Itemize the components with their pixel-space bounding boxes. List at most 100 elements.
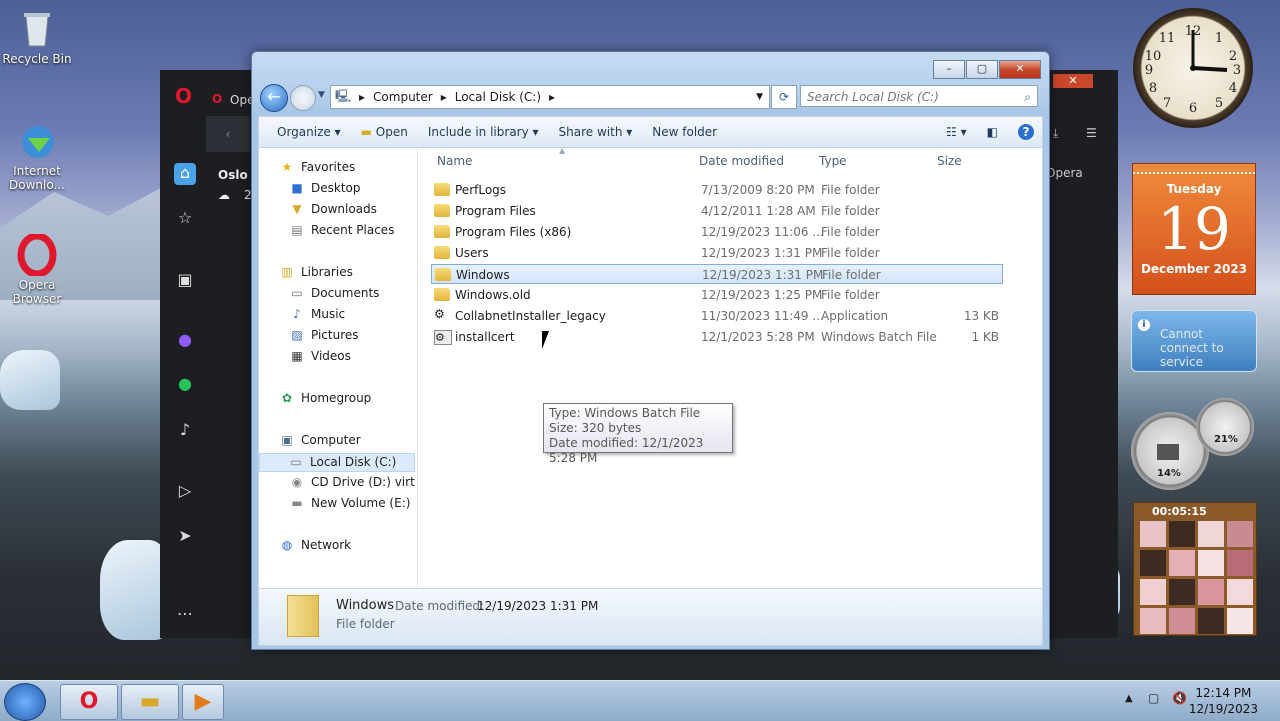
nav-network[interactable]: ◍ Network — [279, 538, 351, 552]
back-button[interactable]: ← — [260, 84, 288, 112]
puzzle-tile[interactable] — [1198, 550, 1224, 576]
local-disk-icon: ▭ — [290, 455, 302, 469]
cell-date: 11/30/2023 11:49 ... — [701, 309, 824, 323]
nav-videos[interactable]: ▦ Videos — [289, 349, 351, 363]
picture-puzzle-gadget[interactable]: 00:05:15 — [1133, 502, 1257, 636]
address-bar[interactable]: 🖳 ▸ Computer ▸ Local Disk (C:) ▸ ▼ — [330, 85, 770, 109]
clock-gadget[interactable]: 12123 4567 891011 — [1133, 8, 1253, 128]
tiktok-icon[interactable]: ♪ — [174, 420, 196, 442]
new-folder-button[interactable]: New folder — [652, 125, 717, 139]
opera-close-button[interactable]: ✕ — [1053, 74, 1093, 88]
organize-button[interactable]: Organize ▾ — [277, 125, 341, 139]
nav-downloads[interactable]: ▼ Downloads — [289, 202, 377, 216]
nav-libraries[interactable]: ▥ Libraries — [279, 265, 353, 279]
nav-music[interactable]: ♪ Music — [289, 307, 345, 321]
download-icon[interactable]: ⤓ — [1053, 126, 1058, 141]
puzzle-tile[interactable] — [1198, 608, 1224, 634]
bag-icon[interactable]: ▣ — [174, 270, 196, 292]
puzzle-tile[interactable] — [1169, 608, 1195, 634]
puzzle-tile[interactable] — [1140, 608, 1166, 634]
forward-button[interactable] — [290, 85, 316, 111]
taskbar-explorer-button[interactable]: ▬ — [121, 684, 179, 720]
open-button[interactable]: ▬ Open — [361, 125, 408, 139]
puzzle-tile[interactable] — [1169, 579, 1195, 605]
table-row[interactable]: ⚙ installcert 12/1/2023 5:28 PM Windows Bat… — [431, 327, 1003, 347]
preview-pane-icon[interactable]: ◧ — [987, 125, 998, 139]
desktop-icon-internet-download-manager[interactable]: Internet Downlo... — [0, 120, 74, 192]
puzzle-tile[interactable] — [1227, 521, 1253, 547]
puzzle-tile[interactable] — [1140, 579, 1166, 605]
breadcrumb-computer[interactable]: Computer — [373, 90, 433, 104]
svg-text:3: 3 — [1233, 63, 1241, 78]
network-tray-icon[interactable]: ▢ — [1148, 691, 1159, 705]
puzzle-tile[interactable] — [1227, 579, 1253, 605]
puzzle-tile[interactable] — [1227, 550, 1253, 576]
memory-meter-gadget[interactable]: 21% — [1196, 398, 1254, 456]
weather-gadget[interactable]: i Cannot connect to service — [1131, 310, 1257, 372]
whatsapp-icon[interactable]: ● — [174, 374, 196, 396]
calendar-weekday: Tuesday — [1166, 182, 1222, 196]
desktop-icon-recycle-bin[interactable]: Recycle Bin — [0, 8, 74, 66]
send-icon[interactable]: ➤ — [174, 526, 196, 548]
table-row[interactable]: Program Files 4/12/2011 1:28 AM File folde… — [431, 201, 1003, 221]
taskbar-opera-button[interactable]: O — [60, 684, 118, 720]
address-dropdown-icon[interactable]: ▼ — [756, 92, 763, 102]
nav-pictures[interactable]: ▨ Pictures — [289, 328, 358, 342]
recent-pages-chevron-icon[interactable]: ▼ — [318, 90, 325, 100]
nav-desktop[interactable]: ■ Desktop — [289, 181, 360, 195]
calendar-gadget[interactable]: Tuesday 19 December 2023 — [1132, 163, 1256, 295]
player-icon[interactable]: ▷ — [174, 481, 196, 503]
home-icon[interactable]: ⌂ — [174, 163, 196, 185]
puzzle-tile[interactable] — [1169, 521, 1195, 547]
messenger-icon[interactable]: ● — [174, 330, 196, 352]
nav-documents[interactable]: ▭ Documents — [289, 286, 379, 300]
nav-local-disk[interactable]: ▭ Local Disk (C:) — [259, 453, 415, 472]
puzzle-tile[interactable] — [1169, 550, 1195, 576]
puzzle-tile[interactable] — [1140, 521, 1166, 547]
opera-weather-city: Oslo — [218, 168, 248, 182]
view-options-icon[interactable]: ☷ ▾ — [946, 125, 967, 139]
nav-new-volume[interactable]: ▬ New Volume (E:) — [289, 496, 410, 510]
puzzle-tile[interactable] — [1140, 550, 1166, 576]
puzzle-tile[interactable] — [1227, 608, 1253, 634]
column-type[interactable]: Type — [819, 154, 847, 168]
minimize-button[interactable]: – — [933, 60, 965, 79]
opera-back-icon[interactable]: ‹ — [206, 116, 250, 152]
table-row[interactable]: Users 12/19/2023 1:31 PM File folder — [431, 243, 1003, 263]
volume-muted-icon[interactable]: 🔇 — [1172, 691, 1187, 705]
column-name[interactable]: Name — [437, 154, 472, 168]
search-icon[interactable]: ⌕ — [1024, 86, 1031, 108]
puzzle-tile[interactable] — [1198, 521, 1224, 547]
show-hidden-icons-chevron-icon[interactable]: ▲ — [1125, 693, 1133, 704]
nav-favorites[interactable]: ★ Favorites — [279, 160, 356, 174]
nav-cd-drive[interactable]: ◉ CD Drive (D:) virtio-w — [289, 475, 415, 489]
column-date-modified[interactable]: Date modified — [699, 154, 784, 168]
column-size[interactable]: Size — [937, 154, 962, 168]
start-button[interactable] — [4, 683, 46, 721]
more-icon[interactable]: ⋯ — [174, 604, 196, 626]
search-input[interactable]: Search Local Disk (C:) ⌕ — [800, 85, 1038, 107]
star-icon[interactable]: ☆ — [174, 208, 196, 230]
share-with-button[interactable]: Share with ▾ — [559, 125, 633, 139]
include-in-library-button[interactable]: Include in library ▾ — [428, 125, 539, 139]
breadcrumb-local-disk[interactable]: Local Disk (C:) — [455, 90, 541, 104]
table-row[interactable]: Windows 12/19/2023 1:31 PM File folder — [431, 264, 1003, 284]
table-row[interactable]: ⚙ CollabnetInstaller_legacy 11/30/2023 11:… — [431, 306, 1003, 326]
help-icon[interactable]: ? — [1018, 124, 1034, 140]
close-button[interactable]: ✕ — [999, 60, 1041, 79]
nav-computer[interactable]: ▣ Computer — [279, 433, 360, 447]
refresh-icon[interactable]: ⟳ — [771, 85, 797, 109]
table-row[interactable]: Windows.old 12/19/2023 1:25 PM File folder — [431, 285, 1003, 305]
nav-label: Homegroup — [301, 391, 372, 405]
easy-setup-icon[interactable]: ☰ — [1086, 126, 1097, 140]
taskbar-clock[interactable]: 12:14 PM 12/19/2023 — [1189, 685, 1258, 717]
taskbar-media-player-button[interactable]: ▶ — [182, 684, 224, 720]
explorer-window[interactable]: – ▢ ✕ ← ▼ 🖳 ▸ Computer ▸ Local Disk (C:)… — [251, 51, 1050, 650]
table-row[interactable]: Program Files (x86) 12/19/2023 11:06 ... F… — [431, 222, 1003, 242]
desktop-icon-opera[interactable]: Opera Browser — [0, 232, 74, 306]
maximize-button[interactable]: ▢ — [966, 60, 998, 79]
nav-homegroup[interactable]: ✿ Homegroup — [279, 391, 371, 405]
puzzle-tile[interactable] — [1198, 579, 1224, 605]
nav-recent-places[interactable]: ▤ Recent Places — [289, 223, 394, 237]
table-row[interactable]: PerfLogs 7/13/2009 8:20 PM File folder — [431, 180, 1003, 200]
